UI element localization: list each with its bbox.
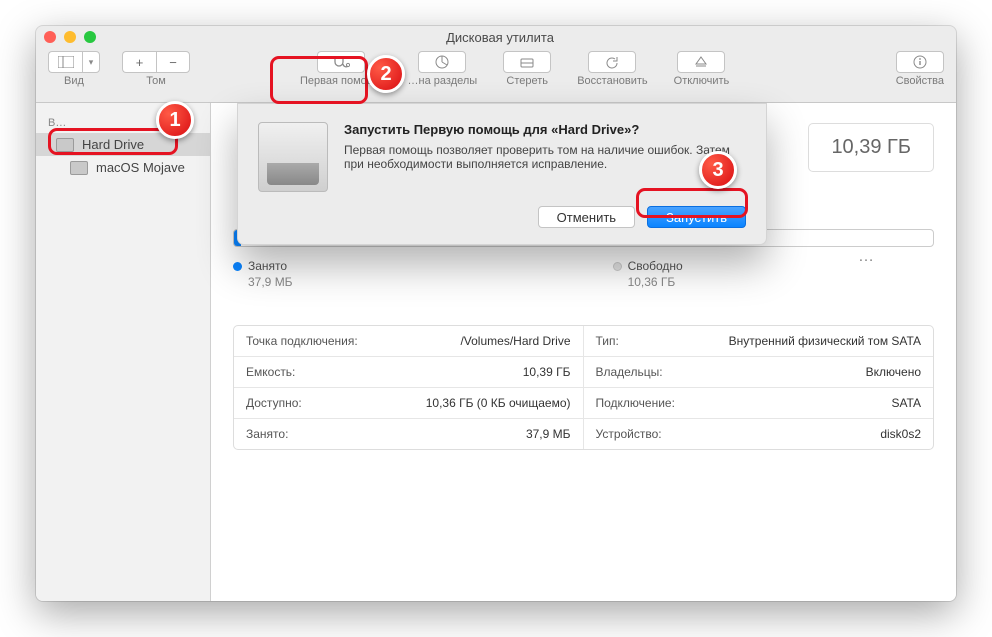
erase-button[interactable] <box>503 51 551 73</box>
info-icon <box>913 55 927 69</box>
toolbar-unmount: Отключить <box>674 51 730 87</box>
toolbar-volume-label: Том <box>146 75 166 87</box>
toolbar-info-label: Свойства <box>896 75 944 87</box>
volume-remove-button[interactable]: − <box>156 51 190 73</box>
zoom-icon[interactable] <box>84 31 96 43</box>
toolbar-view: ▾ Вид <box>48 51 100 87</box>
dialog-title: Запустить Первую помощь для «Hard Drive»… <box>344 122 746 137</box>
dialog-text: Запустить Первую помощь для «Hard Drive»… <box>344 122 746 192</box>
toolbar: ▾ Вид + − Том Первая помощь <box>36 48 956 103</box>
table-row: Доступно:10,36 ГБ (0 КБ очищаемо) <box>234 388 584 419</box>
sidebar-item-label: Hard Drive <box>82 137 144 152</box>
toolbar-partition-label: …на разделы <box>408 75 478 87</box>
disk-utility-window: Дисковая утилита ▾ Вид + − Том <box>36 26 956 601</box>
minus-icon: − <box>169 55 177 70</box>
window-controls <box>44 31 96 43</box>
toolbar-unmount-label: Отключить <box>674 75 730 87</box>
view-button[interactable] <box>48 51 82 73</box>
capacity-box: 10,39 ГБ <box>808 123 934 172</box>
sidebar-item-macos-mojave[interactable]: macOS Mojave <box>36 156 210 179</box>
dot-used-icon <box>233 262 242 271</box>
stethoscope-icon <box>332 55 350 69</box>
toolbar-view-label: Вид <box>64 75 84 87</box>
toolbar-center: Первая помощь …на разделы Стереть Восста… <box>300 51 729 87</box>
legend-free-label: Свободно <box>628 259 683 273</box>
table-row: Владельцы:Включено <box>584 357 934 388</box>
restore-button[interactable] <box>588 51 636 73</box>
partition-button[interactable] <box>418 51 466 73</box>
table-row: Тип:Внутренний физический том SATA <box>584 326 934 357</box>
table-row: Точка подключения:/Volumes/Hard Drive <box>234 326 584 357</box>
plus-icon: + <box>136 55 144 70</box>
close-icon[interactable] <box>44 31 56 43</box>
toolbar-first-aid: Первая помощь <box>300 51 382 87</box>
toolbar-partition: …на разделы <box>408 51 478 87</box>
dialog-body: Первая помощь позволяет проверить том на… <box>344 143 746 171</box>
table-row: Устройство:disk0s2 <box>584 419 934 449</box>
disk-icon <box>70 161 88 175</box>
toolbar-restore-label: Восстановить <box>577 75 647 87</box>
volume-add-button[interactable]: + <box>122 51 156 73</box>
table-row: Занято:37,9 МБ <box>234 419 584 449</box>
sidebar-item-label: macOS Mojave <box>96 160 185 175</box>
first-aid-dialog: Запустить Первую помощь для «Hard Drive»… <box>237 103 767 245</box>
toolbar-erase: Стереть <box>503 51 551 87</box>
titlebar: Дисковая утилита <box>36 26 956 48</box>
pie-icon <box>434 54 450 70</box>
sidebar-header: В… <box>36 113 210 133</box>
usage-legend: Занято 37,9 МБ Свободно 10,36 ГБ <box>233 259 934 289</box>
more-icon[interactable]: … <box>858 248 876 266</box>
chevron-down-icon: ▾ <box>89 57 94 68</box>
dot-free-icon <box>613 262 622 271</box>
first-aid-button[interactable] <box>317 51 365 73</box>
run-button[interactable]: Запустить <box>647 206 746 228</box>
unmount-button[interactable] <box>677 51 725 73</box>
sidebar-icon <box>58 56 74 68</box>
hard-drive-icon <box>258 122 328 192</box>
dialog-buttons: Отменить Запустить <box>258 206 746 228</box>
toolbar-erase-label: Стереть <box>506 75 548 87</box>
info-button[interactable] <box>896 51 944 73</box>
view-menu-button[interactable]: ▾ <box>82 51 100 73</box>
toolbar-first-aid-label: Первая помощь <box>300 75 382 87</box>
legend-free: Свободно 10,36 ГБ <box>613 259 683 289</box>
legend-used-value: 37,9 МБ <box>248 275 293 289</box>
sidebar: В… Hard Drive macOS Mojave <box>36 103 211 601</box>
cancel-button[interactable]: Отменить <box>538 206 635 228</box>
info-table: Точка подключения:/Volumes/Hard Drive Ти… <box>233 325 934 450</box>
toolbar-volume: + − Том <box>122 51 190 87</box>
window-title: Дисковая утилита <box>104 30 896 45</box>
sidebar-item-hard-drive[interactable]: Hard Drive <box>36 133 210 156</box>
table-row: Емкость:10,39 ГБ <box>234 357 584 388</box>
legend-free-value: 10,36 ГБ <box>628 275 683 289</box>
eject-icon <box>694 55 708 69</box>
legend-used: Занято 37,9 МБ <box>233 259 293 289</box>
table-row: Подключение:SATA <box>584 388 934 419</box>
toolbar-info: Свойства <box>896 51 944 87</box>
restore-icon <box>604 55 620 69</box>
minimize-icon[interactable] <box>64 31 76 43</box>
disk-icon <box>56 138 74 152</box>
eraser-icon <box>519 55 535 69</box>
toolbar-restore: Восстановить <box>577 51 647 87</box>
legend-used-label: Занято <box>248 259 287 273</box>
